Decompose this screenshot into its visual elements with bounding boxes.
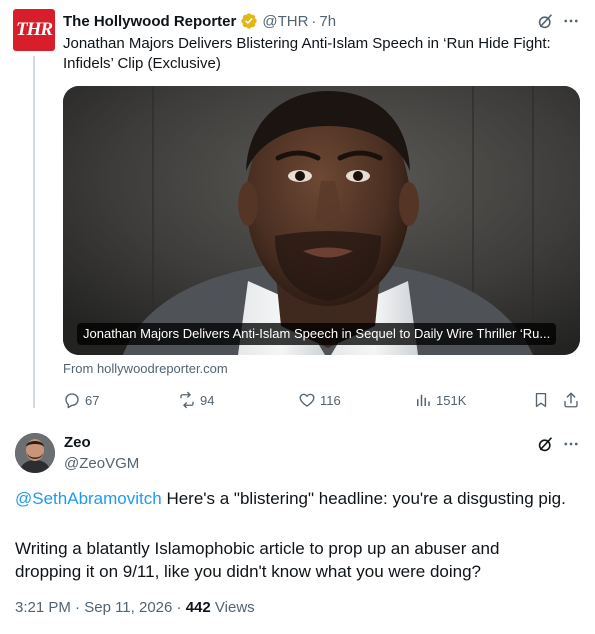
reply-text-line1: @SethAbramovitch Here's a "blistering" h… xyxy=(15,487,585,510)
reply-count: 67 xyxy=(85,392,100,408)
separator-dot: · xyxy=(311,12,317,30)
repost-count: 94 xyxy=(200,392,215,408)
tweet-text: Jonathan Majors Delivers Blistering Anti… xyxy=(63,35,551,72)
reply-text-rest: Here's a "blistering" headline: you're a… xyxy=(161,489,566,508)
reply-action[interactable]: 67 xyxy=(63,390,99,410)
parent-tweet-header: The Hollywood Reporter @THR · 7h xyxy=(63,11,336,31)
views-action[interactable]: 151K xyxy=(414,390,466,410)
link-card-image[interactable] xyxy=(63,86,580,355)
more-options-icon[interactable] xyxy=(562,12,580,30)
like-count: 116 xyxy=(320,392,341,408)
reply-top-icons xyxy=(536,434,555,454)
reply-icon xyxy=(65,393,79,409)
heart-icon xyxy=(299,393,315,407)
author-display-name[interactable]: The Hollywood Reporter xyxy=(63,13,236,30)
mention-link[interactable]: @SethAbramovitch xyxy=(15,489,162,508)
reply-views-label: Views xyxy=(214,599,255,616)
parent-top-icons xyxy=(536,11,555,31)
separator-dot: · xyxy=(176,599,182,616)
card-source[interactable]: From hollywoodreporter.com xyxy=(63,361,228,376)
thread-connector-line xyxy=(33,56,35,408)
reply-author-handle[interactable]: @ZeoVGM xyxy=(64,455,139,472)
avatar-logo-text: THR xyxy=(15,19,53,40)
share-action[interactable] xyxy=(562,390,580,410)
avatar-photo xyxy=(15,433,55,473)
more-options-icon[interactable] xyxy=(562,435,580,453)
views-count: 151K xyxy=(436,392,467,408)
verified-badge-icon[interactable] xyxy=(240,12,258,30)
grok-icon[interactable] xyxy=(536,12,555,31)
tweet-time[interactable]: 7h xyxy=(319,13,336,30)
like-action[interactable]: 116 xyxy=(298,390,341,410)
tweet-metadata: 3:21 PM · Sep 11, 2026 · 442 Views xyxy=(15,599,255,616)
zeo-avatar[interactable] xyxy=(15,433,55,473)
bookmark-icon xyxy=(535,392,547,408)
thr-avatar[interactable]: THR xyxy=(13,9,55,51)
author-handle[interactable]: @THR xyxy=(262,13,308,30)
reply-text-paragraph: Writing a blatantly Islamophobic article… xyxy=(15,539,500,581)
reply-views-count: 442 xyxy=(185,599,211,616)
analytics-icon xyxy=(417,394,430,406)
separator-dot: · xyxy=(75,599,81,616)
tweet-timestamp-date[interactable]: Sep 11, 2026 xyxy=(84,599,172,616)
card-photo xyxy=(63,86,580,355)
grok-icon[interactable] xyxy=(536,435,555,454)
repost-action[interactable]: 94 xyxy=(178,390,214,410)
repost-icon xyxy=(180,391,194,409)
card-caption: Jonathan Majors Delivers Anti-Islam Spee… xyxy=(77,323,557,345)
reply-more-wrap xyxy=(562,434,580,454)
tweet-timestamp-time[interactable]: 3:21 PM xyxy=(15,599,71,616)
reply-author-name[interactable]: Zeo xyxy=(64,434,91,451)
share-icon xyxy=(564,392,578,408)
parent-more-wrap xyxy=(562,11,580,31)
bookmark-action[interactable] xyxy=(532,390,550,410)
